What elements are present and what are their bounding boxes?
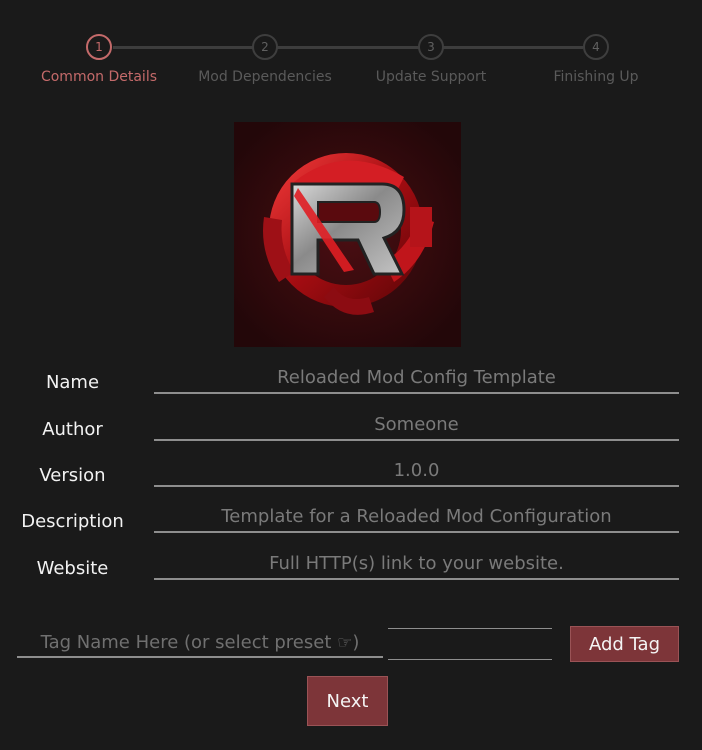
description-row: Description [0, 501, 702, 541]
website-row: Website [0, 548, 702, 588]
step-number: 2 [252, 34, 278, 60]
name-row: Name [0, 362, 702, 402]
author-input[interactable] [154, 409, 679, 441]
reloaded-logo-icon [234, 122, 461, 347]
version-input[interactable] [154, 455, 679, 487]
website-label: Website [36, 558, 109, 579]
add-tag-button[interactable]: Add Tag [570, 626, 679, 662]
tag-name-input[interactable]: Tag Name Here (or select preset ☞) [17, 630, 383, 658]
step-common-details[interactable]: 1 Common Details [14, 34, 184, 85]
tag-name-placeholder: Tag Name Here (or select preset [40, 632, 332, 653]
tag-preset-select[interactable] [388, 628, 552, 660]
name-label: Name [45, 372, 100, 393]
author-label: Author [42, 419, 103, 440]
step-update-support[interactable]: 3 Update Support [346, 34, 516, 85]
wizard-stepper: 1 Common Details 2 Mod Dependencies 3 Up… [0, 0, 702, 100]
step-label: Finishing Up [553, 69, 639, 85]
next-button[interactable]: Next [307, 676, 388, 726]
website-input[interactable] [154, 548, 679, 580]
description-input[interactable] [154, 501, 679, 533]
step-number: 4 [583, 34, 609, 60]
tag-name-placeholder-suffix: ) [352, 632, 360, 653]
author-row: Author [0, 409, 702, 449]
step-mod-dependencies[interactable]: 2 Mod Dependencies [180, 34, 350, 85]
step-finishing-up[interactable]: 4 Finishing Up [511, 34, 681, 85]
step-label: Mod Dependencies [198, 69, 332, 85]
description-label: Description [21, 511, 124, 532]
step-label: Common Details [40, 69, 158, 85]
step-number: 3 [418, 34, 444, 60]
step-number: 1 [86, 34, 112, 60]
version-label: Version [39, 465, 106, 486]
mod-icon-image[interactable] [234, 122, 461, 347]
step-label: Update Support [375, 69, 487, 85]
name-input[interactable] [154, 362, 679, 394]
pointing-hand-icon[interactable]: ☞ [337, 630, 352, 656]
version-row: Version [0, 455, 702, 495]
